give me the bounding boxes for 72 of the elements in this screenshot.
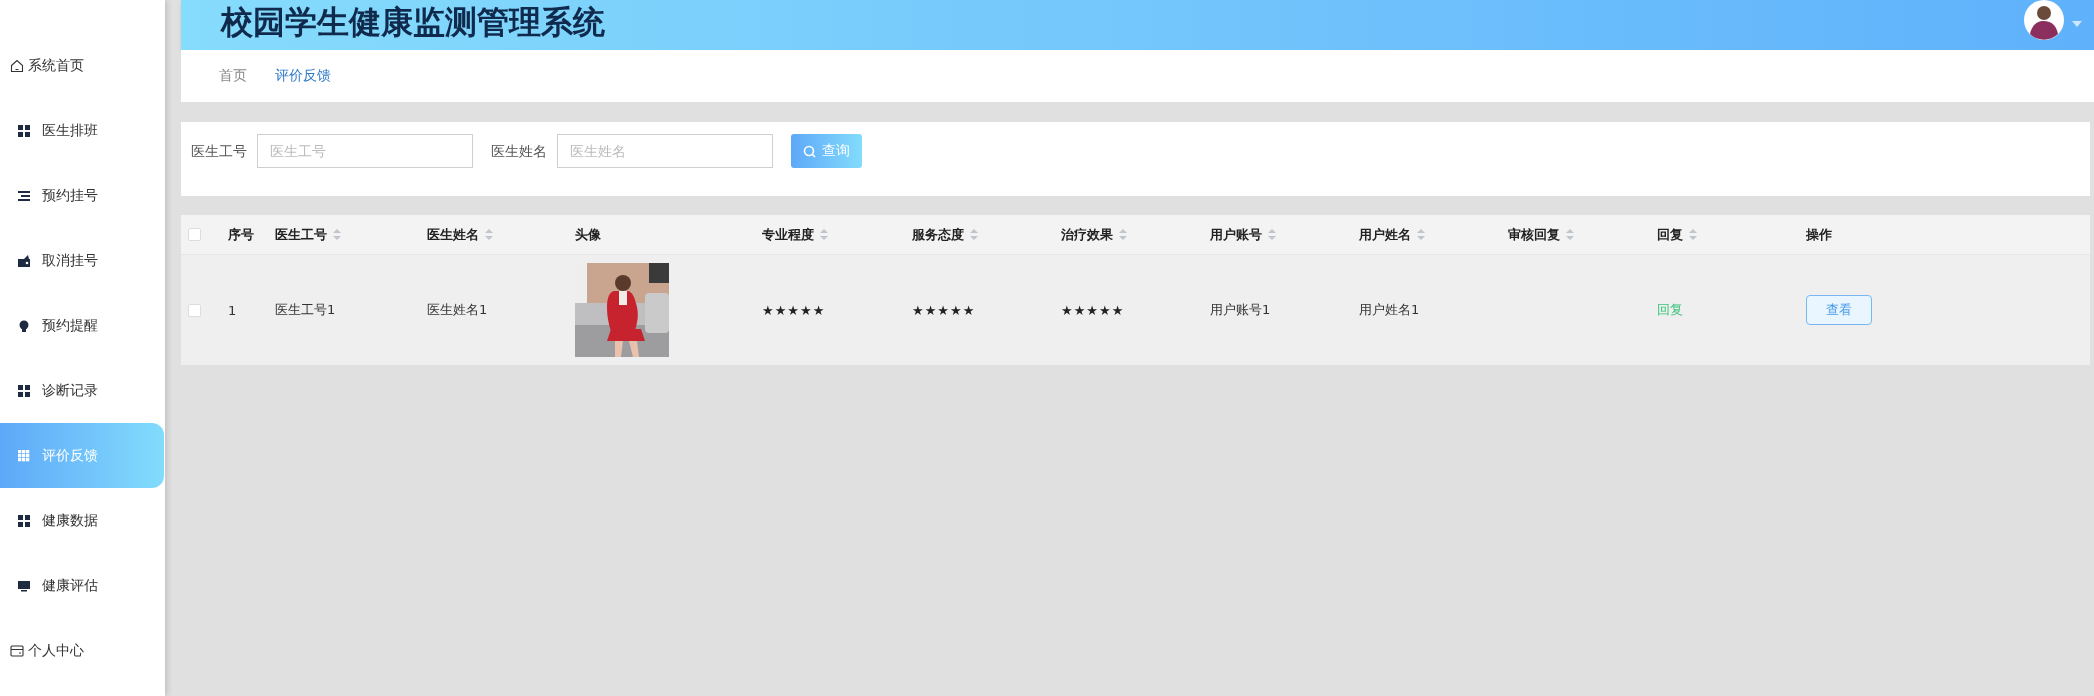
caret-icon[interactable] xyxy=(2072,21,2082,27)
card-icon xyxy=(10,643,24,658)
column-header: 医生姓名 xyxy=(427,225,479,244)
star-icon: ★ xyxy=(924,302,937,318)
column-header: 回复 xyxy=(1657,225,1683,244)
sort-icon[interactable] xyxy=(1566,229,1574,240)
wallet-icon xyxy=(18,254,30,267)
breadcrumb-link[interactable]: 首页 xyxy=(219,67,247,85)
sort-icon[interactable] xyxy=(970,229,978,240)
grid-icon xyxy=(18,514,30,527)
column-header: 序号 xyxy=(228,225,254,244)
star-icon: ★ xyxy=(1098,302,1111,318)
sidebar-item[interactable]: 个人中心 xyxy=(0,618,164,683)
star-icon: ★ xyxy=(1111,302,1124,318)
field-label: 医生工号 xyxy=(191,142,247,161)
breadcrumb-link[interactable]: 评价反馈 xyxy=(275,67,331,85)
column-header: 头像 xyxy=(575,225,601,244)
sort-icon[interactable] xyxy=(333,229,341,240)
star-icon: ★ xyxy=(1061,302,1073,318)
select-all-checkbox[interactable] xyxy=(188,228,201,241)
sidebar-item[interactable]: 预约提醒 xyxy=(0,293,164,358)
sidebar-item[interactable]: 预约挂号 xyxy=(0,163,164,228)
sidebar-item[interactable]: 健康评估 xyxy=(0,553,164,618)
sort-icon[interactable] xyxy=(1689,229,1697,240)
search-icon xyxy=(803,144,816,158)
app-title: 校园学生健康监测管理系统 xyxy=(221,2,605,42)
home-icon xyxy=(10,58,24,73)
star-icon: ★ xyxy=(949,302,962,318)
monitor-icon xyxy=(18,579,30,592)
column-header: 专业程度 xyxy=(762,225,814,244)
table-cell: 医生姓名1 xyxy=(427,301,488,319)
list-icon xyxy=(18,189,30,202)
sort-icon[interactable] xyxy=(1417,229,1425,240)
table-cell: 医生工号1 xyxy=(275,301,336,319)
star-icon: ★ xyxy=(937,302,949,318)
star-icon: ★ xyxy=(812,302,825,318)
sort-icon[interactable] xyxy=(485,229,493,240)
table-cell: 用户账号1 xyxy=(1210,301,1271,319)
sidebar-item[interactable]: 系统首页 xyxy=(0,33,164,98)
table-icon xyxy=(18,449,30,462)
column-header: 服务态度 xyxy=(912,225,964,244)
sidebar-item[interactable]: 诊断记录 xyxy=(0,358,164,423)
star-icon: ★ xyxy=(1086,302,1098,318)
column-header: 医生工号 xyxy=(275,225,327,244)
field-label: 医生姓名 xyxy=(491,142,547,161)
sort-icon[interactable] xyxy=(820,229,828,240)
star-icon: ★ xyxy=(774,302,787,318)
table-cell: 用户姓名1 xyxy=(1359,301,1420,319)
grid-icon xyxy=(18,124,30,137)
star-icon: ★ xyxy=(787,302,799,318)
column-header: 治疗效果 xyxy=(1061,225,1113,244)
star-icon: ★ xyxy=(1073,302,1086,318)
grid-icon xyxy=(18,384,30,397)
sort-icon[interactable] xyxy=(1268,229,1276,240)
sort-icon[interactable] xyxy=(1119,229,1127,240)
sidebar-item[interactable]: 医生排班 xyxy=(0,98,164,163)
star-icon: ★ xyxy=(799,302,812,318)
star-icon: ★ xyxy=(962,302,975,318)
table-cell: 1 xyxy=(228,302,237,318)
bulb-icon xyxy=(18,319,30,332)
column-header: 审核回复 xyxy=(1508,225,1560,244)
search-field[interactable]: 医生工号 xyxy=(257,134,473,168)
column-header: 操作 xyxy=(1806,225,1832,244)
sidebar-item[interactable]: 取消挂号 xyxy=(0,228,164,293)
column-header: 用户账号 xyxy=(1210,225,1262,244)
star-icon: ★ xyxy=(762,302,774,318)
star-icon: ★ xyxy=(912,302,924,318)
row-checkbox[interactable] xyxy=(188,303,201,317)
column-header: 用户姓名 xyxy=(1359,225,1411,244)
search-field[interactable]: 医生姓名 xyxy=(557,134,773,168)
sidebar-item[interactable]: 健康数据 xyxy=(0,488,164,553)
user-avatar[interactable] xyxy=(2024,0,2064,40)
